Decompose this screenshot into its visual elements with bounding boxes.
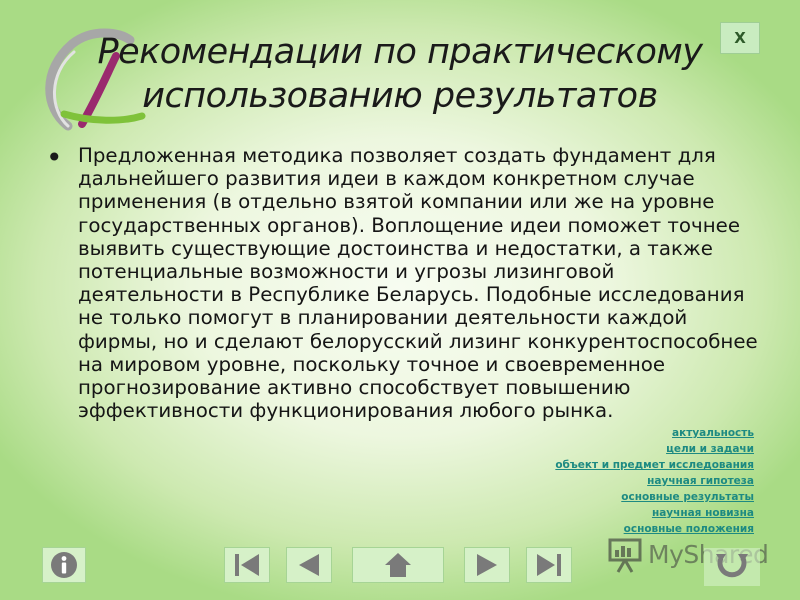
link-goals-and-tasks[interactable]: цели и задачи [555,441,754,457]
link-main-provisions[interactable]: основные положения [555,521,754,537]
link-main-results[interactable]: основные результаты [555,489,754,505]
link-relevance[interactable]: актуальность [555,425,754,441]
link-novelty[interactable]: научная новизна [555,505,754,521]
body-paragraph: Предложенная методика позволяет создать … [78,144,758,423]
section-links: актуальность цели и задачи объект и пред… [555,425,754,537]
slide-title-line-2: использованию результатов [142,76,658,116]
link-object-and-subject[interactable]: объект и предмет исследования [555,457,754,473]
previous-slide-button[interactable] [286,547,332,583]
presentation-board-icon [608,538,642,573]
slide: Рекомендации по практическому использова… [0,0,800,600]
bullet-icon: • [46,141,63,174]
home-icon [385,553,411,577]
last-slide-button[interactable] [526,547,572,583]
slide-title-line-1: Рекомендации по практическому [97,32,703,72]
previous-slide-icon [299,554,319,576]
info-icon [51,552,77,578]
body-list: • Предложенная методика позволяет создат… [44,141,764,423]
next-slide-icon [477,554,497,576]
first-slide-icon [235,554,259,576]
list-item: • Предложенная методика позволяет создат… [44,141,764,423]
first-slide-button[interactable] [224,547,270,583]
home-button[interactable] [352,547,444,583]
close-button[interactable]: X [720,22,760,54]
last-slide-icon [537,554,561,576]
replay-icon [704,548,760,586]
next-slide-button[interactable] [464,547,510,583]
replay-button[interactable] [704,548,760,586]
slide-title: Рекомендации по практическому использова… [0,30,800,118]
info-button[interactable] [42,547,86,583]
link-hypothesis[interactable]: научная гипотеза [555,473,754,489]
